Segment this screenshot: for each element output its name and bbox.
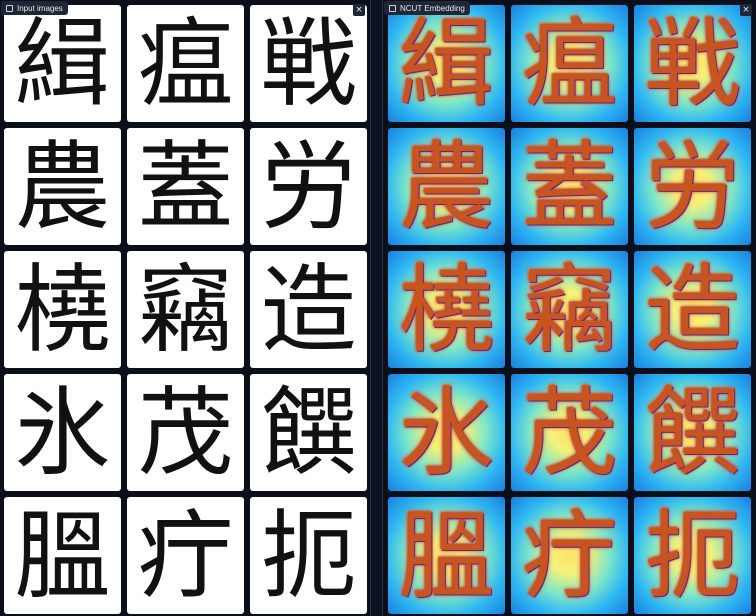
input-image-glyph: 瘟: [137, 7, 234, 120]
input-image-glyph: 竊: [137, 253, 234, 366]
input-image-tile[interactable]: 疔: [127, 497, 244, 614]
embedding-image-glyph: 竊: [521, 253, 618, 366]
embedding-image-tile[interactable]: 緝: [388, 5, 505, 122]
input-image-tile[interactable]: 饌: [250, 374, 367, 491]
input-image-glyph: 膃: [14, 499, 111, 612]
embedding-image-glyph: 疔: [521, 499, 618, 612]
embedding-image-tile[interactable]: 氷: [388, 374, 505, 491]
input-image-tile[interactable]: 瘟: [127, 5, 244, 122]
input-image-tile[interactable]: 造: [250, 251, 367, 368]
ncut-embedding-grid: 緝瘟戦農蓋労橈竊造氷茂饌膃疔扼: [388, 5, 751, 614]
embedding-image-tile[interactable]: 扼: [634, 497, 751, 614]
input-images-panel: Input images × 緝瘟戦農蓋労橈竊造氷茂饌膃疔扼: [0, 0, 370, 616]
panel-icon: [389, 4, 396, 12]
embedding-image-glyph: 氷: [398, 376, 495, 489]
input-image-glyph: 農: [14, 130, 111, 243]
input-image-glyph: 茂: [137, 376, 234, 489]
input-images-grid: 緝瘟戦農蓋労橈竊造氷茂饌膃疔扼: [4, 5, 367, 614]
input-image-glyph: 橈: [14, 253, 111, 366]
embedding-image-glyph: 饌: [644, 376, 741, 489]
close-icon[interactable]: ×: [353, 4, 365, 16]
embedding-image-glyph: 橈: [398, 253, 495, 366]
input-image-tile[interactable]: 緝: [4, 5, 121, 122]
input-image-tile[interactable]: 労: [250, 128, 367, 245]
embedding-image-tile[interactable]: 労: [634, 128, 751, 245]
embedding-image-tile[interactable]: 竊: [511, 251, 628, 368]
embedding-image-tile[interactable]: 戦: [634, 5, 751, 122]
input-image-tile[interactable]: 扼: [250, 497, 367, 614]
input-image-glyph: 疔: [137, 499, 234, 612]
embedding-image-glyph: 労: [644, 130, 741, 243]
input-image-tile[interactable]: 茂: [127, 374, 244, 491]
embedding-image-tile[interactable]: 瘟: [511, 5, 628, 122]
ncut-embedding-label: NCUT Embedding: [384, 1, 470, 15]
embedding-image-tile[interactable]: 農: [388, 128, 505, 245]
input-images-label: Input images: [1, 1, 68, 15]
close-icon[interactable]: ×: [740, 4, 752, 16]
ncut-embedding-title: NCUT Embedding: [400, 3, 465, 13]
input-image-glyph: 造: [260, 253, 357, 366]
embedding-image-glyph: 農: [398, 130, 495, 243]
embedding-image-glyph: 戦: [644, 7, 741, 120]
embedding-image-tile[interactable]: 茂: [511, 374, 628, 491]
input-image-glyph: 緝: [14, 7, 111, 120]
embedding-image-glyph: 緝: [398, 7, 495, 120]
input-image-glyph: 氷: [14, 376, 111, 489]
embedding-image-tile[interactable]: 橈: [388, 251, 505, 368]
input-image-tile[interactable]: 橈: [4, 251, 121, 368]
input-image-tile[interactable]: 戦: [250, 5, 367, 122]
embedding-image-tile[interactable]: 蓋: [511, 128, 628, 245]
embedding-image-glyph: 造: [644, 253, 741, 366]
panel-divider[interactable]: [370, 0, 383, 616]
embedding-image-glyph: 茂: [521, 376, 618, 489]
input-image-tile[interactable]: 氷: [4, 374, 121, 491]
input-image-glyph: 饌: [260, 376, 357, 489]
embedding-image-glyph: 瘟: [521, 7, 618, 120]
embedding-image-glyph: 膃: [398, 499, 495, 612]
input-image-tile[interactable]: 蓋: [127, 128, 244, 245]
embedding-image-glyph: 蓋: [521, 130, 618, 243]
input-image-tile[interactable]: 膃: [4, 497, 121, 614]
input-image-glyph: 蓋: [137, 130, 234, 243]
input-image-glyph: 戦: [260, 7, 357, 120]
panel-icon: [6, 4, 13, 12]
input-image-tile[interactable]: 農: [4, 128, 121, 245]
embedding-image-tile[interactable]: 造: [634, 251, 751, 368]
embedding-image-tile[interactable]: 疔: [511, 497, 628, 614]
embedding-image-glyph: 扼: [644, 499, 741, 612]
ncut-embedding-panel: NCUT Embedding × 緝瘟戦農蓋労橈竊造氷茂饌膃疔扼: [383, 0, 756, 616]
embedding-image-tile[interactable]: 饌: [634, 374, 751, 491]
embedding-image-tile[interactable]: 膃: [388, 497, 505, 614]
input-image-glyph: 扼: [260, 499, 357, 612]
input-image-glyph: 労: [260, 130, 357, 243]
input-images-title: Input images: [17, 3, 63, 13]
input-image-tile[interactable]: 竊: [127, 251, 244, 368]
